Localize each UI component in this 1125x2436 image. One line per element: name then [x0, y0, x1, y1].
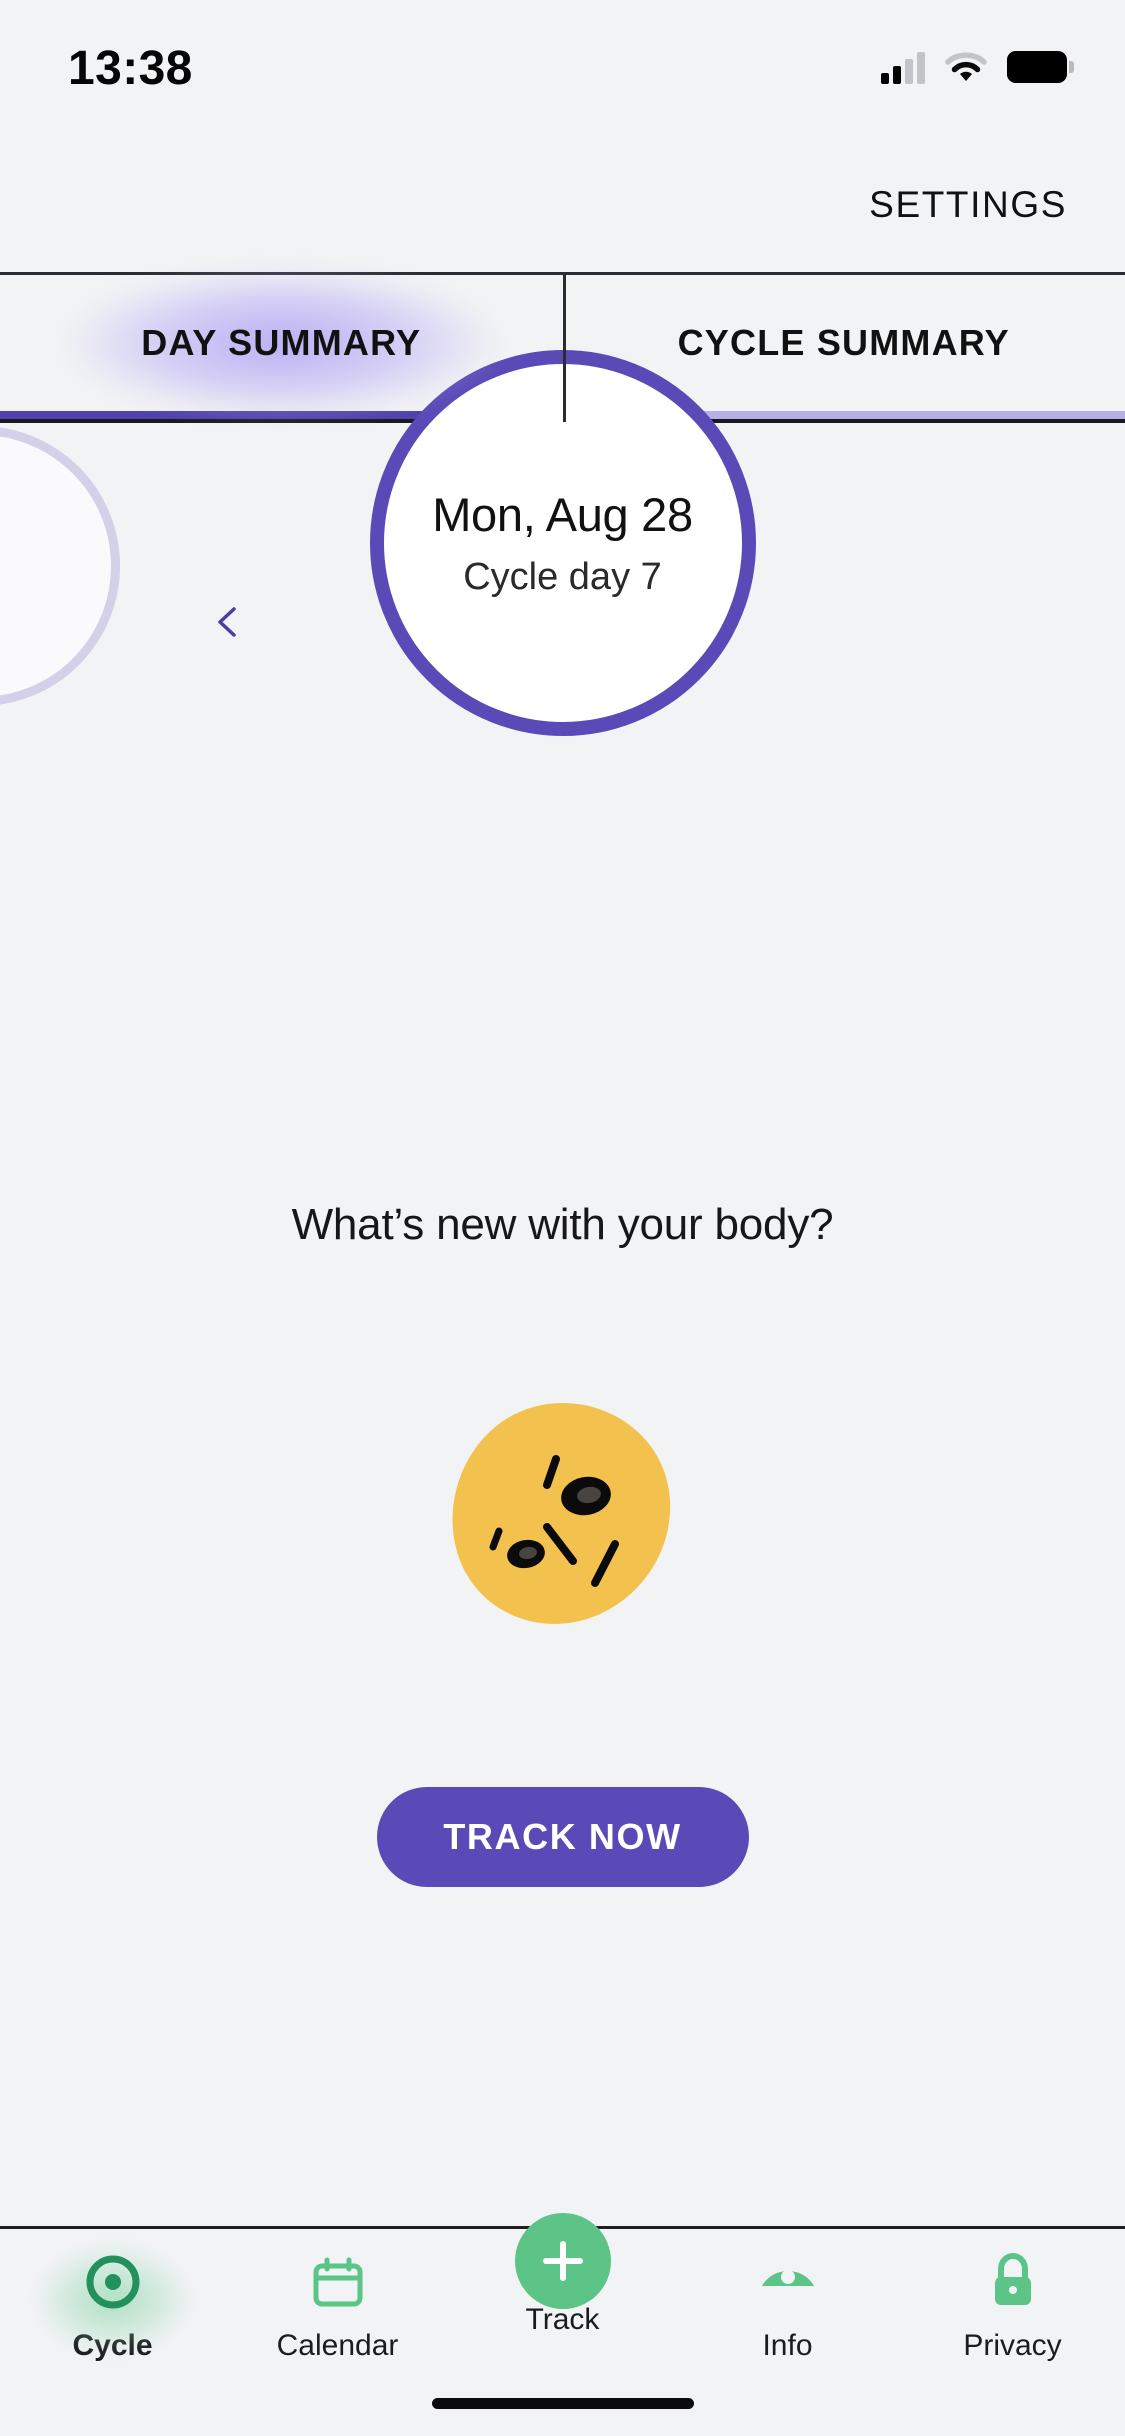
tab-divider — [563, 275, 566, 422]
nav-item-privacy-label: Privacy — [963, 2329, 1061, 2363]
home-indicator[interactable] — [432, 2398, 694, 2409]
eye-icon — [757, 2251, 819, 2313]
tab-bar: DAY SUMMARY CYCLE SUMMARY — [0, 272, 1125, 422]
nav-item-cycle[interactable]: Cycle — [0, 2251, 225, 2363]
body-prompt-text: What’s new with your body? — [0, 1200, 1125, 1250]
battery-icon: 75 — [1007, 51, 1067, 83]
dizzy-face-emoji — [443, 1395, 683, 1635]
nav-item-info[interactable]: Info — [675, 2251, 900, 2363]
track-now-button[interactable]: TRACK NOW — [377, 1787, 749, 1887]
status-bar-time: 13:38 — [68, 41, 193, 96]
chevron-left-icon[interactable] — [212, 605, 246, 639]
settings-button[interactable]: SETTINGS — [869, 184, 1067, 226]
cellular-signal-icon — [881, 50, 925, 84]
wifi-icon — [945, 51, 987, 83]
nav-item-calendar[interactable]: Calendar — [225, 2251, 450, 2363]
plus-icon[interactable] — [515, 2213, 611, 2309]
previous-day-circle[interactable] — [0, 426, 120, 706]
calendar-icon — [307, 2251, 369, 2313]
nav-item-info-label: Info — [762, 2329, 812, 2363]
status-bar: 13:38 75 — [0, 0, 1125, 130]
nav-item-calendar-label: Calendar — [277, 2329, 399, 2363]
tab-cycle-summary-label: CYCLE SUMMARY — [678, 322, 1010, 364]
nav-item-track[interactable]: Track — [450, 2251, 675, 2337]
status-bar-indicators: 75 — [881, 50, 1067, 84]
current-day-date: Mon, Aug 28 — [432, 487, 693, 542]
current-day-cycle-day: Cycle day 7 — [463, 556, 662, 599]
cycle-ring-icon — [82, 2251, 144, 2313]
tab-day-summary-label: DAY SUMMARY — [141, 322, 421, 364]
track-now-button-label: TRACK NOW — [443, 1816, 681, 1858]
day-carousel: Mon, Aug 28 Cycle day 7 — [0, 422, 1125, 822]
nav-item-track-label: Track — [526, 2303, 600, 2337]
battery-fill — [1007, 51, 1050, 83]
nav-item-privacy[interactable]: Privacy — [900, 2251, 1125, 2363]
lock-icon — [982, 2251, 1044, 2313]
header: SETTINGS — [0, 150, 1125, 260]
